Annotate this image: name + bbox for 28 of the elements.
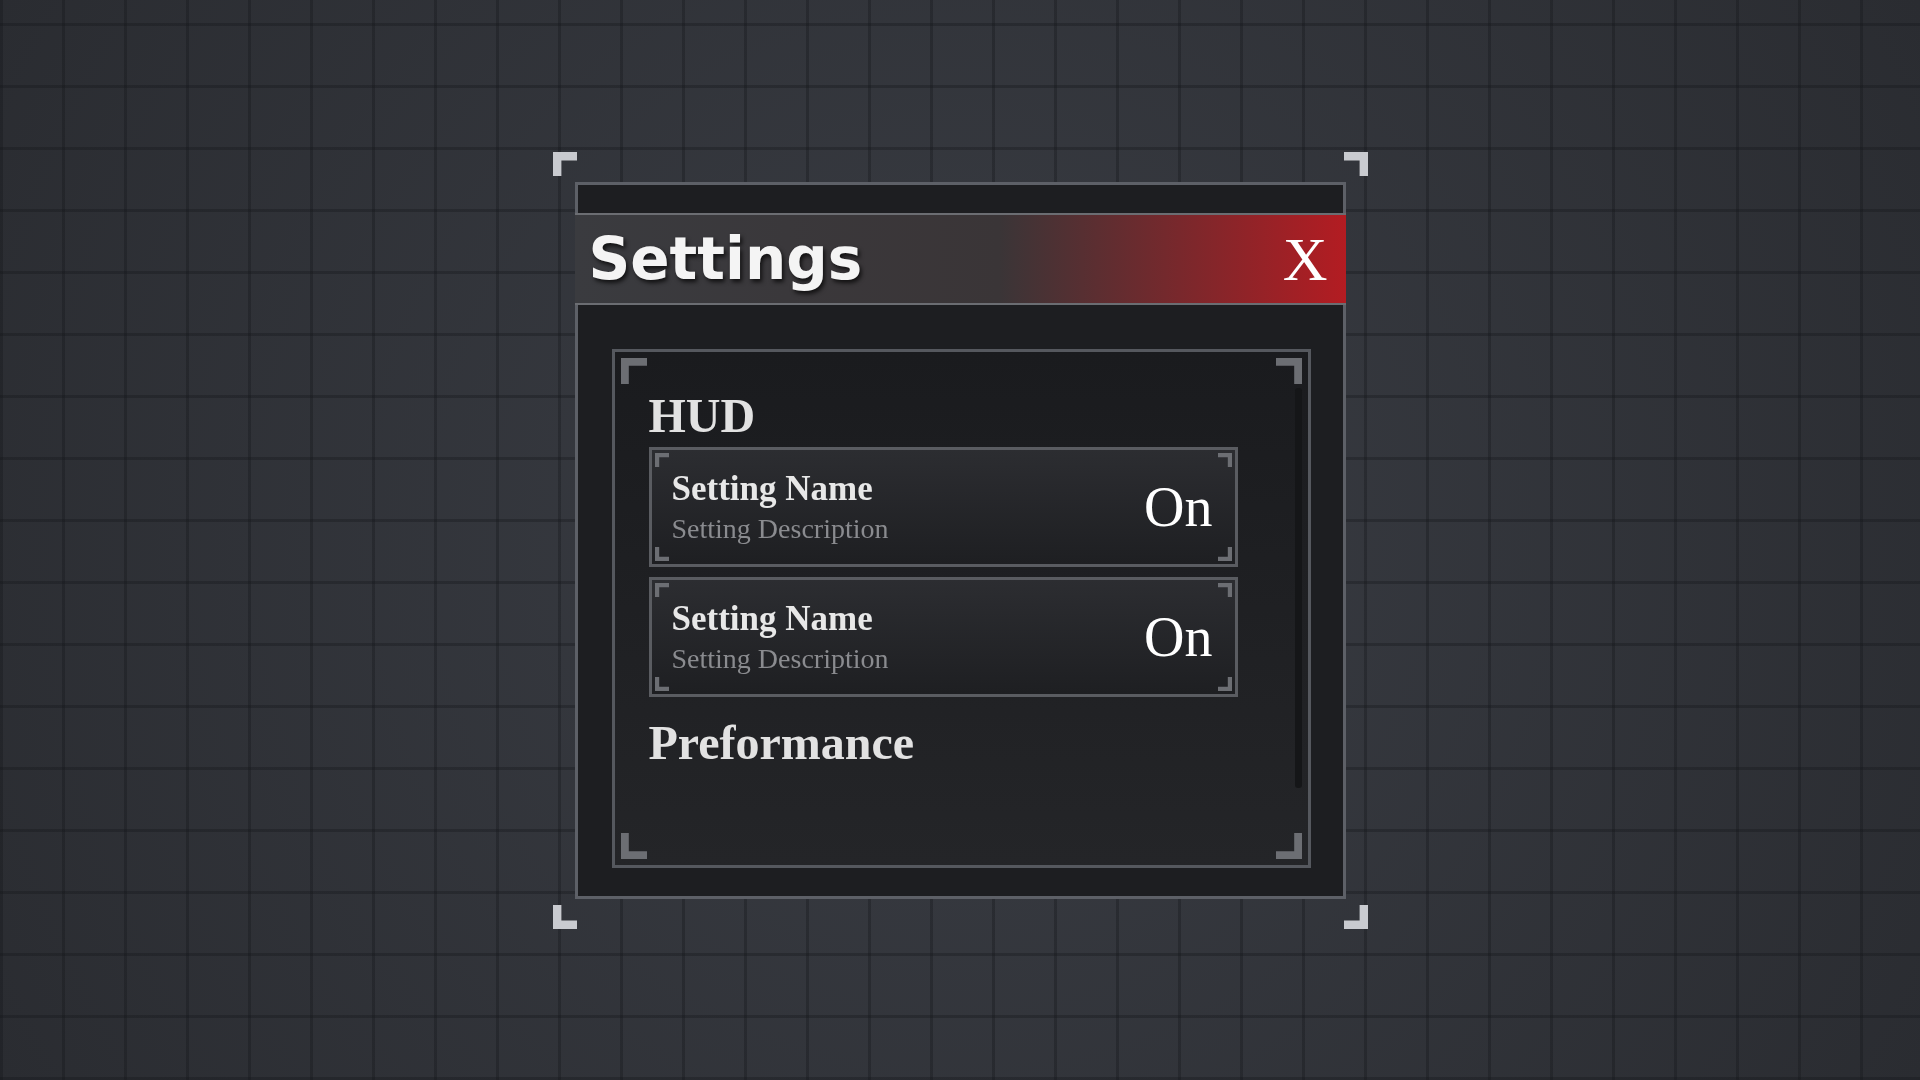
setting-value: On [1144,604,1213,669]
corner-bracket-icon [1217,546,1232,561]
corner-bracket-icon [1343,151,1368,176]
corner-bracket-icon [1343,904,1368,929]
corner-bracket-icon [1217,452,1232,467]
setting-description: Setting Description [671,512,889,545]
setting-row[interactable]: Setting Name Setting Description On [648,446,1238,567]
section-heading: Preformance [648,714,916,770]
setting-name: Setting Name [671,468,874,509]
corner-bracket-icon [1217,582,1232,597]
corner-bracket-icon [1217,676,1232,691]
setting-value: On [1144,474,1213,539]
corner-bracket-icon [654,582,669,597]
corner-bracket-icon [620,357,647,384]
corner-bracket-icon [1275,357,1302,384]
corner-bracket-icon [620,832,647,859]
corner-bracket-icon [654,676,669,691]
corner-bracket-icon [1275,832,1302,859]
section-heading: HUD [648,387,757,443]
corner-bracket-icon [654,452,669,467]
corner-bracket-icon [552,904,577,929]
window-title: Settings [588,224,863,293]
close-button[interactable]: X [1276,227,1334,290]
setting-row[interactable]: Setting Name Setting Description On [648,576,1238,697]
setting-name: Setting Name [671,598,874,639]
corner-bracket-icon [552,151,577,176]
setting-description: Setting Description [671,642,889,675]
corner-bracket-icon [654,546,669,561]
